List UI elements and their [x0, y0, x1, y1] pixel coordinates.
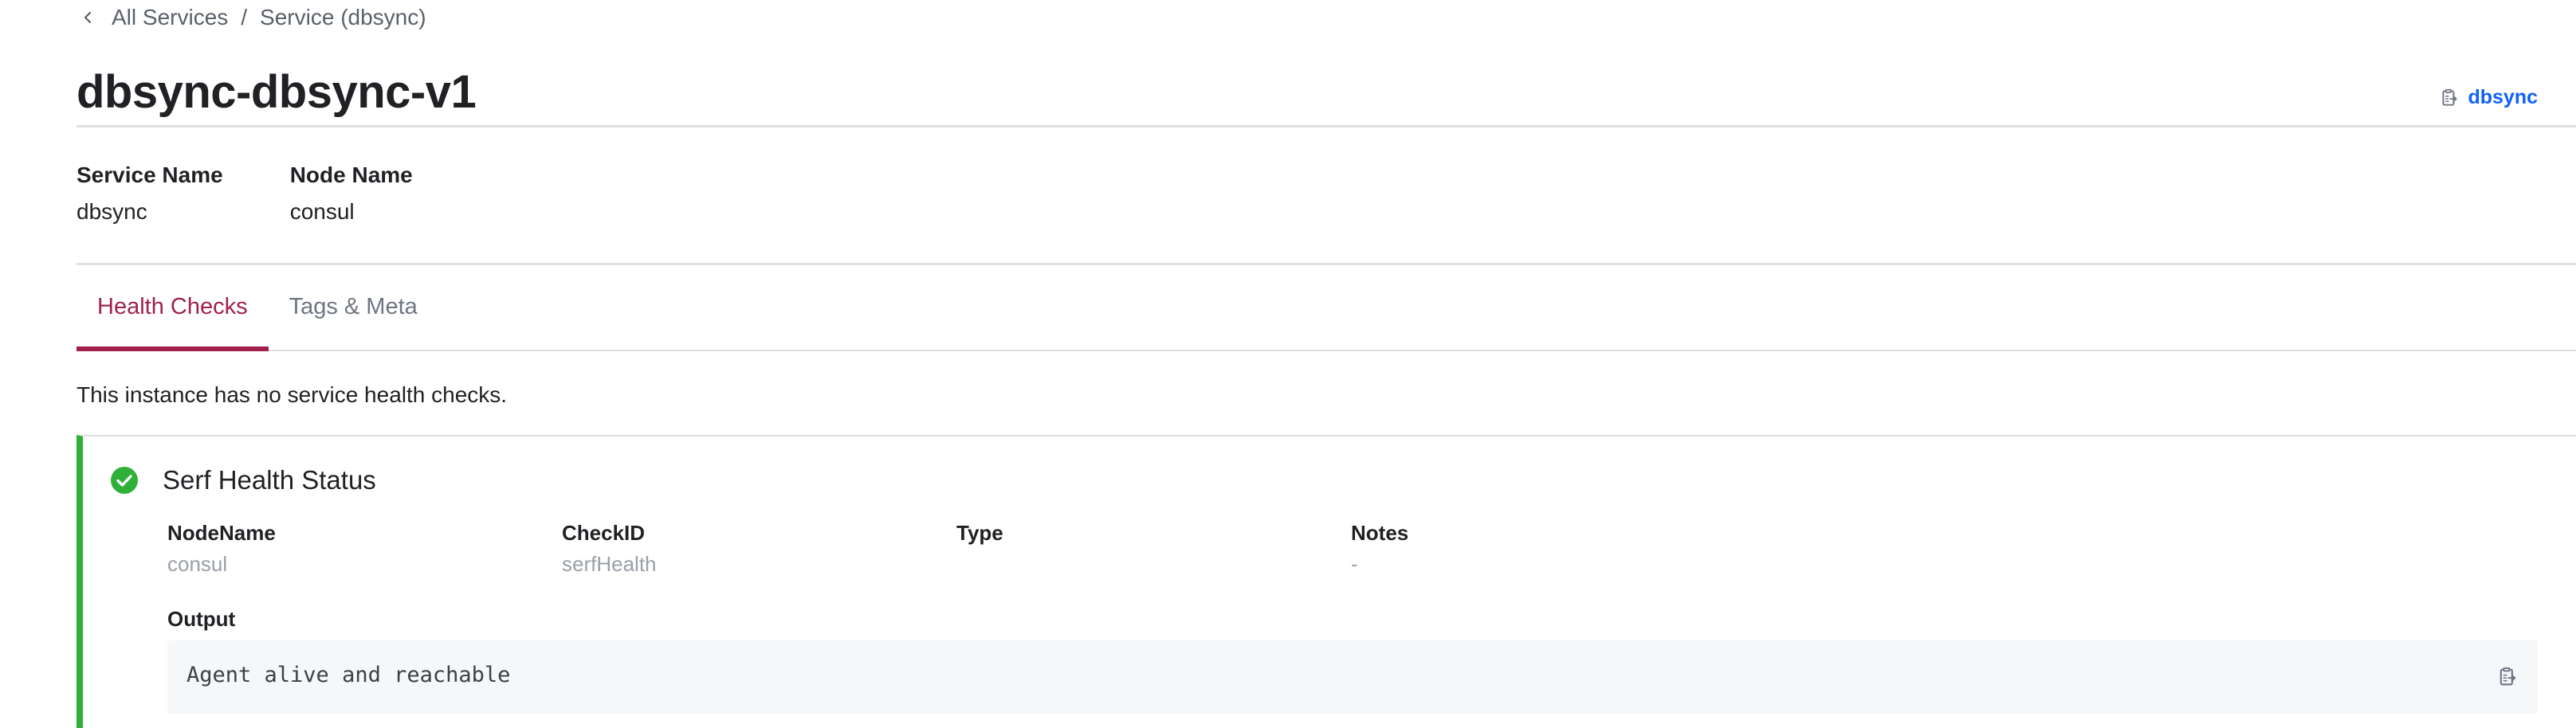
- node-name-value: consul: [289, 199, 355, 224]
- field-type: Type: [956, 521, 1351, 577]
- check-circle-icon: [111, 467, 138, 494]
- field-checkid: CheckID serfHealth: [562, 521, 956, 577]
- tab-health-checks[interactable]: Health Checks: [77, 265, 269, 351]
- page: All Services / Service (dbsync) dbsync-d…: [0, 0, 2576, 728]
- breadcrumb-service[interactable]: Service (dbsync): [260, 5, 426, 30]
- chevron-left-icon[interactable]: [80, 10, 96, 25]
- title-row: dbsync-dbsync-v1 dbsync: [77, 62, 2576, 127]
- field-label: CheckID: [562, 521, 646, 545]
- service-details: Service Name dbsync Node Name consul: [77, 162, 480, 225]
- copy-service-label: dbsync: [2468, 86, 2538, 108]
- field-label: NodeName: [167, 521, 276, 545]
- breadcrumb-all-services[interactable]: All Services: [112, 5, 228, 30]
- field-notes: Notes -: [1351, 521, 1745, 577]
- node-name-label: Node Name: [289, 162, 413, 187]
- health-check-fields: NodeName consul CheckID serfHealth Type …: [167, 521, 1745, 577]
- clipboard-icon: [2442, 88, 2458, 106]
- copy-service-button[interactable]: dbsync: [2439, 86, 2538, 109]
- field-label: Notes: [1351, 521, 1409, 545]
- service-name-label: Service Name: [77, 162, 223, 187]
- breadcrumb: All Services / Service (dbsync): [80, 5, 426, 30]
- tab-tags-meta[interactable]: Tags & Meta: [269, 265, 438, 351]
- copy-output-icon[interactable]: [2496, 666, 2519, 688]
- field-value: -: [1351, 552, 1358, 576]
- breadcrumb-separator: /: [241, 5, 248, 29]
- page-title: dbsync-dbsync-v1: [77, 66, 477, 118]
- health-check-header: Serf Health Status: [110, 465, 376, 495]
- service-name-detail: Service Name dbsync: [77, 162, 223, 225]
- field-value: consul: [167, 552, 228, 576]
- field-label: Type: [956, 521, 1003, 545]
- output-box: Agent alive and reachable: [167, 640, 2538, 714]
- field-nodename: NodeName consul: [167, 521, 562, 577]
- health-check-card: Serf Health Status NodeName consul Check…: [77, 435, 2576, 728]
- tab-bar: Health Checks Tags & Meta: [77, 265, 2576, 351]
- health-check-title: Serf Health Status: [163, 465, 376, 495]
- output-label: Output: [167, 607, 236, 631]
- output-text: Agent alive and reachable: [187, 663, 511, 687]
- no-service-checks-message: This instance has no service health chec…: [77, 382, 508, 407]
- service-name-value: dbsync: [77, 199, 147, 224]
- field-value: serfHealth: [562, 552, 657, 576]
- node-name-detail: Node Name consul: [290, 162, 413, 225]
